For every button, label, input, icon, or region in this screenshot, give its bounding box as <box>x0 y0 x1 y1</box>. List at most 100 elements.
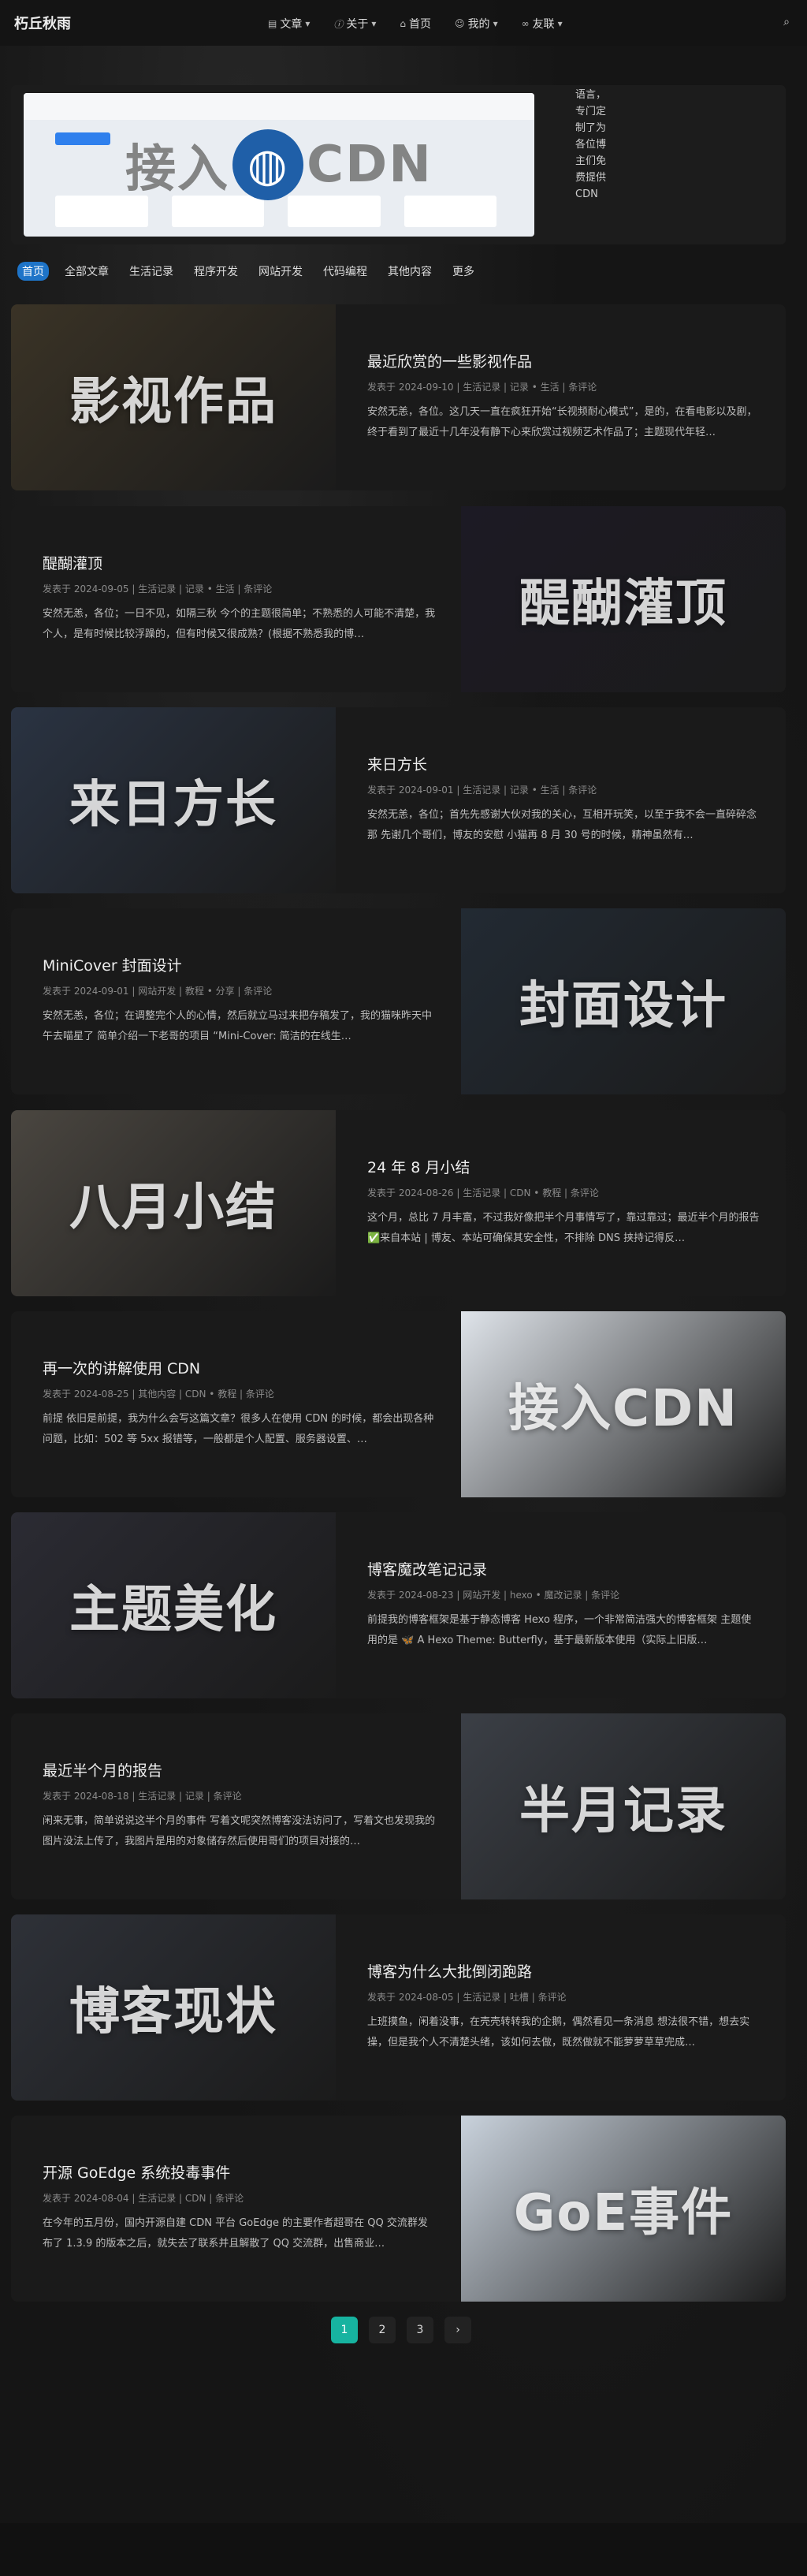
category-code[interactable]: 代码编程 <box>318 262 372 281</box>
page-2-button[interactable]: 2 <box>369 2317 396 2343</box>
featured-excerpt: 语言，专门定制了为各位博主们免费提供CDN <box>575 89 607 200</box>
post-card[interactable]: 八月小结 24 年 8 月小结 发表于 2024-08-26 | 生活记录 | … <box>11 1110 786 1296</box>
cover-text: 博客现状 <box>69 1983 277 2041</box>
post-cover[interactable]: GoE事件 <box>461 2116 786 2302</box>
category-all[interactable]: 全部文章 <box>60 262 113 281</box>
post-cover[interactable]: 来日方长 <box>11 707 336 893</box>
post-card[interactable]: 主题美化 博客魔改笔记记录 发表于 2024-08-23 | 网站开发 | he… <box>11 1512 786 1698</box>
nav-item-friends[interactable]: ∞ 友联 ▾ <box>522 16 563 32</box>
cover-text: 半月记录 <box>519 1782 727 1840</box>
post-meta: 发表于 2024-09-01 | 网站开发 | 教程 • 分享 | 条评论 <box>43 986 273 997</box>
category-other[interactable]: 其他内容 <box>383 262 437 281</box>
post-title[interactable]: 博客魔改笔记记录 <box>367 1558 487 1579</box>
post-info: 开源 GoEdge 系统投毒事件 发表于 2024-08-04 | 生活记录 |… <box>43 2116 452 2302</box>
chevron-down-icon: ▾ <box>557 18 563 29</box>
info-icon: ⓘ <box>333 18 344 30</box>
post-card[interactable]: 半月记录 最近半个月的报告 发表于 2024-08-18 | 生活记录 | 记录… <box>11 1713 786 1899</box>
post-info: 醍醐灌顶 发表于 2024-09-05 | 生活记录 | 记录 • 生活 | 条… <box>43 506 452 692</box>
home-icon: ⌂ <box>400 18 407 29</box>
cover-text: 接入 <box>125 140 230 199</box>
pagination: 1 2 3 › <box>331 2317 471 2343</box>
category-life[interactable]: 生活记录 <box>125 262 178 281</box>
post-excerpt: 安然无恙，各位。这几天一直在疯狂开始“长视频耐心模式”，是的，在看电影以及剧，终… <box>367 406 757 438</box>
cover-text: 主题美化 <box>69 1581 277 1639</box>
post-cover[interactable]: 八月小结 <box>11 1110 336 1296</box>
post-meta: 发表于 2024-09-05 | 生活记录 | 记录 • 生活 | 条评论 <box>43 583 273 595</box>
post-title[interactable]: 最近欣赏的一些影视作品 <box>367 350 532 371</box>
post-info: 最近欣赏的一些影视作品 发表于 2024-09-10 | 生活记录 | 记录 •… <box>367 304 777 490</box>
cover-text: 影视作品 <box>69 373 277 431</box>
post-meta: 发表于 2024-09-01 | 生活记录 | 记录 • 生活 | 条评论 <box>367 785 597 796</box>
nav-item-articles[interactable]: ▤ 文章 ▾ <box>268 16 310 32</box>
site-brand[interactable]: 朽丘秋雨 <box>14 13 71 33</box>
top-nav: 朽丘秋雨 ▤ 文章 ▾ ⓘ 关于 ▾ ⌂ 首页 ☺ 我的 ▾ ∞ 友联 ▾ ⌕ <box>0 0 807 46</box>
post-title[interactable]: 来日方长 <box>367 753 427 774</box>
main-menu: ▤ 文章 ▾ ⓘ 关于 ▾ ⌂ 首页 ☺ 我的 ▾ ∞ 友联 ▾ <box>268 16 563 32</box>
post-meta: 发表于 2024-08-04 | 生活记录 | CDN | 条评论 <box>43 2193 244 2204</box>
post-excerpt: 上班摸鱼，闲着没事，在壳壳转转我的企鹅，偶然看见一条消息 想法很不错，想去实操，… <box>367 2016 750 2048</box>
post-meta: 发表于 2024-09-10 | 生活记录 | 记录 • 生活 | 条评论 <box>367 382 597 393</box>
chevron-down-icon: ▾ <box>371 18 377 29</box>
article-icon: ▤ <box>268 18 277 29</box>
footer <box>0 2523 807 2576</box>
post-cover[interactable]: 影视作品 <box>11 304 336 490</box>
post-excerpt: 闲来无事，简单说说这半个月的事件 写着文呢突然博客没法访问了，写着文也发现我的图… <box>43 1815 436 1847</box>
nav-item-about[interactable]: ⓘ 关于 ▾ <box>333 16 376 32</box>
post-excerpt: 这个月，总比 7 月丰富，不过我好像把半个月事情写了，靠过靠过；最近半个月的报告… <box>367 1212 760 1244</box>
post-card[interactable]: 来日方长 来日方长 发表于 2024-09-01 | 生活记录 | 记录 • 生… <box>11 707 786 893</box>
post-cover[interactable]: 主题美化 <box>11 1512 336 1698</box>
page-1-button[interactable]: 1 <box>331 2317 358 2343</box>
post-cover[interactable]: 半月记录 <box>461 1713 786 1899</box>
featured-post[interactable]: 接入 ◍ CDN 语言，专门定制了为各位博主们免费提供CDN <box>11 85 786 244</box>
category-program[interactable]: 程序开发 <box>189 262 243 281</box>
cover-text: GoE事件 <box>513 2184 734 2242</box>
post-info: 最近半个月的报告 发表于 2024-08-18 | 生活记录 | 记录 | 条评… <box>43 1713 452 1899</box>
post-excerpt: 安然无恙，各位；首先先感谢大伙对我的关心，互相开玩笑，以至于我不会一直碎碎念那 … <box>367 809 757 841</box>
post-card[interactable]: 博客现状 博客为什么大批倒闭跑路 发表于 2024-08-05 | 生活记录 |… <box>11 1914 786 2101</box>
post-card[interactable]: 影视作品 最近欣赏的一些影视作品 发表于 2024-09-10 | 生活记录 |… <box>11 304 786 490</box>
search-icon[interactable]: ⌕ <box>783 16 790 28</box>
post-meta: 发表于 2024-08-25 | 其他内容 | CDN • 教程 | 条评论 <box>43 1389 274 1400</box>
post-card[interactable]: 接入CDN 再一次的讲解使用 CDN 发表于 2024-08-25 | 其他内容… <box>11 1311 786 1497</box>
chevron-down-icon: ▾ <box>305 18 311 29</box>
post-title[interactable]: 最近半个月的报告 <box>43 1759 162 1780</box>
post-info: 来日方长 发表于 2024-09-01 | 生活记录 | 记录 • 生活 | 条… <box>367 707 777 893</box>
post-meta: 发表于 2024-08-05 | 生活记录 | 吐槽 | 条评论 <box>367 1992 567 2003</box>
post-title[interactable]: MiniCover 封面设计 <box>43 954 182 975</box>
post-excerpt: 前提 依旧是前提，我为什么会写这篇文章？很多人在使用 CDN 的时候，都会出现各… <box>43 1413 434 1445</box>
post-excerpt: 在今年的五月份，国内开源自建 CDN 平台 GoEdge 的主要作者超哥在 QQ… <box>43 2217 428 2250</box>
post-title[interactable]: 24 年 8 月小结 <box>367 1156 470 1177</box>
cover-text: CDN <box>307 136 433 194</box>
post-excerpt: 前提我的博客框架是基于静态博客 Hexo 程序，一个非常简洁强大的博客框架 主题… <box>367 1614 752 1646</box>
cover-text: 八月小结 <box>69 1179 277 1237</box>
user-icon: ☺ <box>455 18 465 29</box>
post-card[interactable]: GoE事件 开源 GoEdge 系统投毒事件 发表于 2024-08-04 | … <box>11 2116 786 2302</box>
post-cover[interactable]: 醍醐灌顶 <box>461 506 786 692</box>
featured-cover: 接入 ◍ CDN <box>24 93 534 237</box>
post-card[interactable]: 封面设计 MiniCover 封面设计 发表于 2024-09-01 | 网站开… <box>11 908 786 1094</box>
category-web[interactable]: 网站开发 <box>254 262 307 281</box>
post-cover[interactable]: 博客现状 <box>11 1914 336 2101</box>
chevron-down-icon: ▾ <box>493 18 498 29</box>
cover-text: 醍醐灌顶 <box>519 575 727 633</box>
post-card[interactable]: 醍醐灌顶 醍醐灌顶 发表于 2024-09-05 | 生活记录 | 记录 • 生… <box>11 506 786 692</box>
category-home[interactable]: 首页 <box>17 262 49 281</box>
globe-icon: ◍ <box>232 129 304 200</box>
post-cover[interactable]: 封面设计 <box>461 908 786 1094</box>
post-title[interactable]: 开源 GoEdge 系统投毒事件 <box>43 2161 230 2183</box>
cover-text: 来日方长 <box>69 776 277 834</box>
post-meta: 发表于 2024-08-18 | 生活记录 | 记录 | 条评论 <box>43 1791 242 1802</box>
next-page-button[interactable]: › <box>444 2317 471 2343</box>
category-more[interactable]: 更多 <box>448 262 479 281</box>
nav-item-mine[interactable]: ☺ 我的 ▾ <box>455 16 498 32</box>
post-title[interactable]: 醍醐灌顶 <box>43 552 102 573</box>
cover-text: 封面设计 <box>519 977 727 1035</box>
cover-text: 接入CDN <box>508 1380 738 1438</box>
post-title[interactable]: 再一次的讲解使用 CDN <box>43 1357 200 1378</box>
post-excerpt: 安然无恙，各位；在调整完个人的心情，然后就立马过来把存稿发了，我的猫咪昨天中午去… <box>43 1010 433 1042</box>
nav-item-home[interactable]: ⌂ 首页 <box>400 16 431 32</box>
page-3-button[interactable]: 3 <box>407 2317 433 2343</box>
post-info: MiniCover 封面设计 发表于 2024-09-01 | 网站开发 | 教… <box>43 908 452 1094</box>
post-cover[interactable]: 接入CDN <box>461 1311 786 1497</box>
post-title[interactable]: 博客为什么大批倒闭跑路 <box>367 1960 532 1981</box>
